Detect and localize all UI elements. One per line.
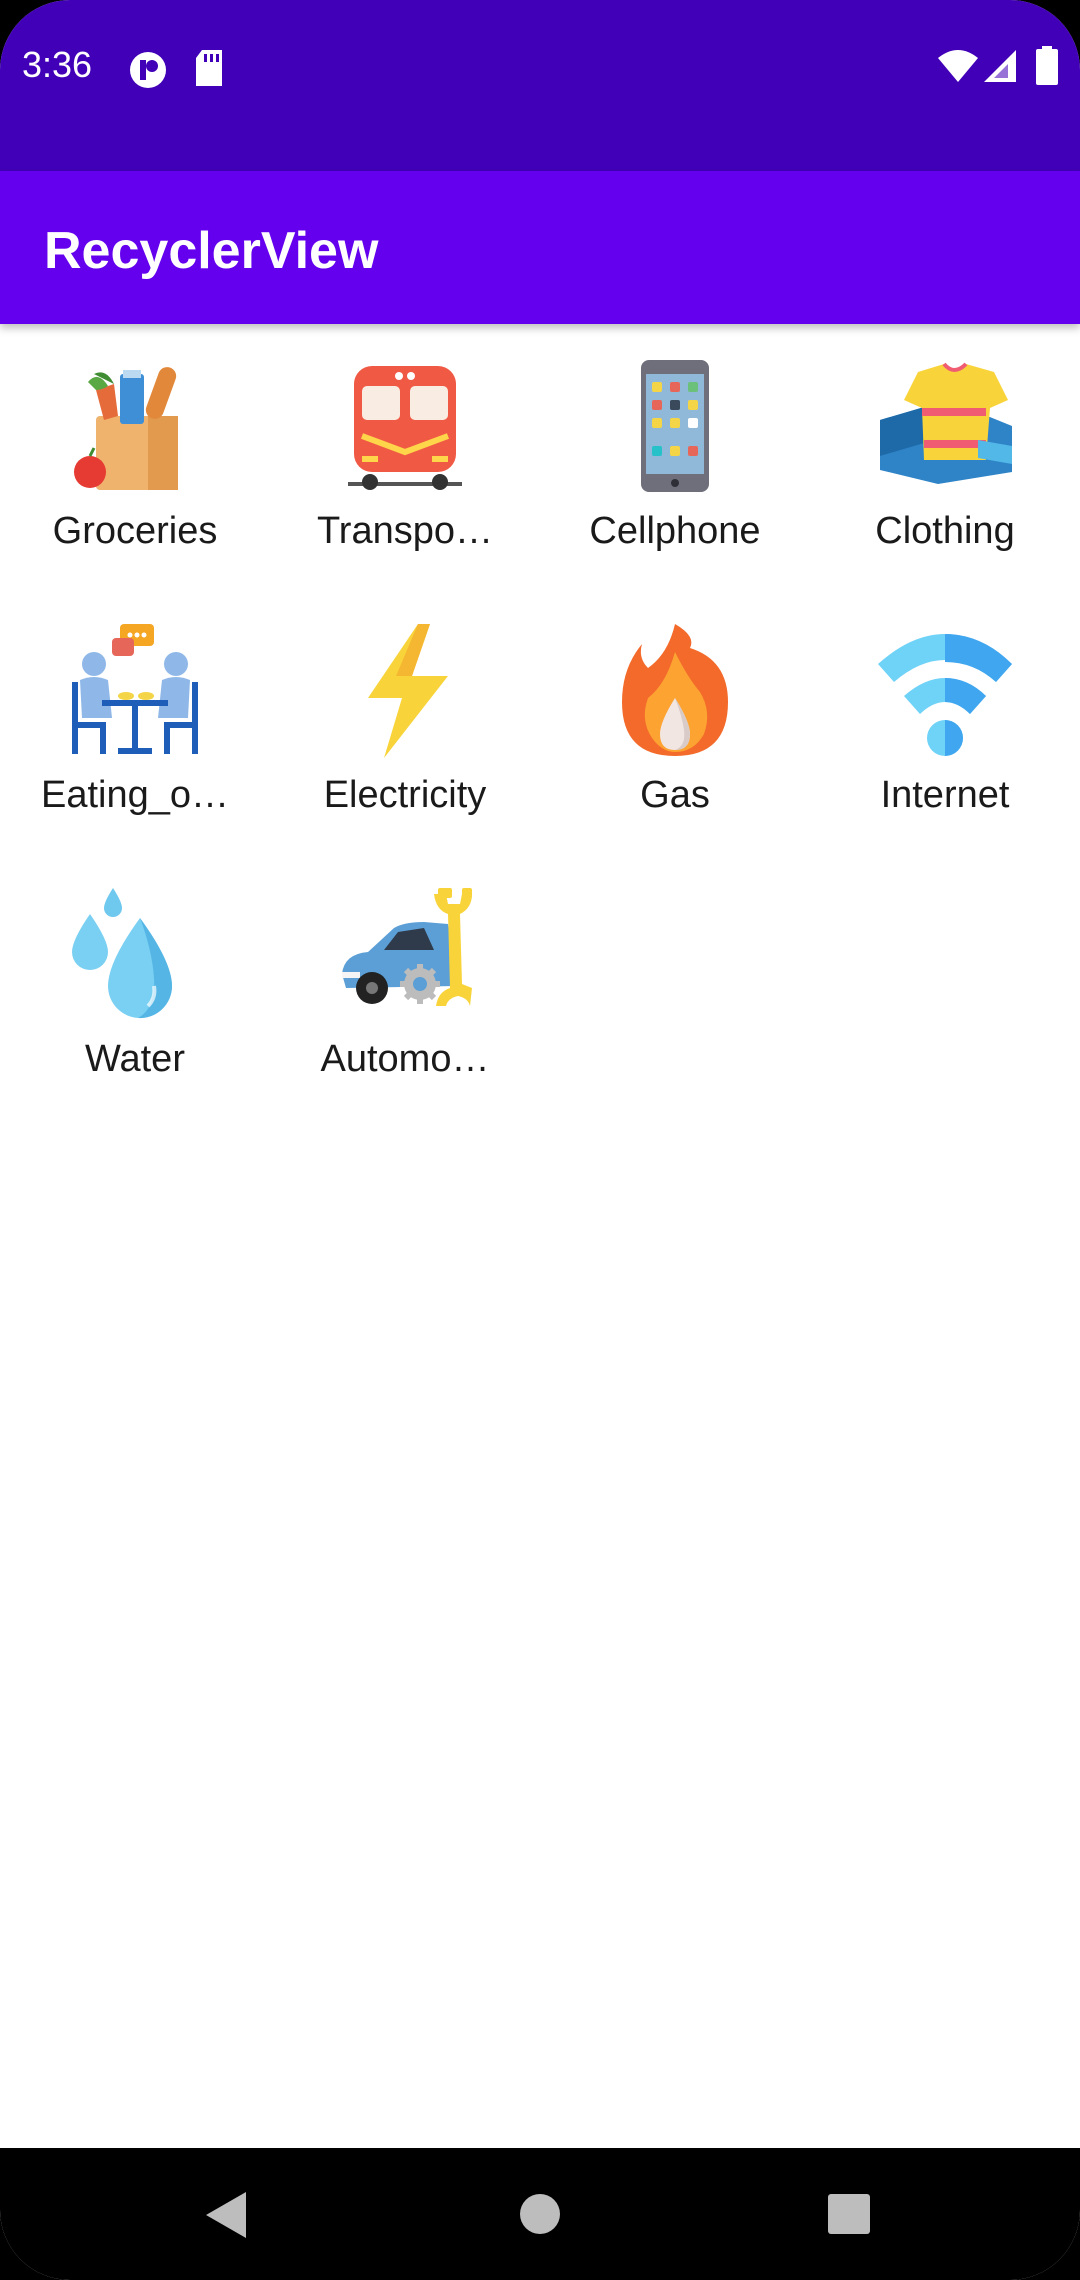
item-label: Clothing bbox=[875, 510, 1015, 552]
navigation-bar bbox=[0, 2148, 1080, 2280]
app-notification-icon bbox=[130, 52, 166, 88]
status-bar: 3:36 bbox=[0, 0, 1080, 171]
app-bar: RecyclerView bbox=[0, 171, 1080, 324]
eating-out-icon bbox=[72, 624, 198, 754]
item-label: Water bbox=[85, 1038, 185, 1080]
sd-card-icon bbox=[196, 50, 222, 86]
wifi-icon bbox=[938, 50, 978, 82]
list-item-internet[interactable]: Internet bbox=[810, 588, 1080, 852]
item-label: Automo… bbox=[320, 1038, 490, 1080]
recents-icon[interactable] bbox=[828, 2194, 870, 2234]
item-label: Transpo… bbox=[317, 510, 493, 552]
item-label: Internet bbox=[880, 774, 1010, 816]
water-drops-icon bbox=[72, 888, 173, 1019]
back-icon[interactable] bbox=[206, 2192, 246, 2238]
list-item-electricity[interactable]: Electricity bbox=[270, 588, 540, 852]
app-title: RecyclerView bbox=[44, 222, 379, 280]
home-icon[interactable] bbox=[520, 2194, 560, 2234]
list-item-cellphone[interactable]: Cellphone bbox=[540, 324, 810, 588]
item-label: Cellphone bbox=[589, 510, 761, 552]
status-time: 3:36 bbox=[22, 44, 93, 85]
list-item-water[interactable]: Water bbox=[0, 852, 270, 1116]
lightning-icon bbox=[368, 624, 448, 758]
battery-icon bbox=[1036, 46, 1058, 85]
item-label: Groceries bbox=[52, 510, 218, 552]
phone-screen: 3:36 RecyclerView Groceries Transpo… Cel… bbox=[0, 0, 1080, 2280]
list-item-groceries[interactable]: Groceries bbox=[0, 324, 270, 588]
list-item-automobile[interactable]: Automo… bbox=[270, 852, 540, 1116]
list-item-gas[interactable]: Gas bbox=[540, 588, 810, 852]
clothing-icon bbox=[880, 362, 1012, 484]
list-item-clothing[interactable]: Clothing bbox=[810, 324, 1080, 588]
train-icon bbox=[348, 366, 462, 490]
flame-icon bbox=[622, 624, 728, 756]
signal-icon bbox=[984, 50, 1016, 82]
wifi-icon bbox=[878, 634, 1012, 756]
list-item-eating-out[interactable]: Eating_o… bbox=[0, 588, 270, 852]
cellphone-icon bbox=[641, 360, 709, 492]
item-label: Gas bbox=[640, 774, 710, 816]
car-repair-icon bbox=[342, 888, 472, 1006]
groceries-icon bbox=[74, 367, 178, 490]
item-label: Eating_o… bbox=[40, 774, 229, 816]
list-item-transportation[interactable]: Transpo… bbox=[270, 324, 540, 588]
item-label: Electricity bbox=[323, 774, 487, 816]
